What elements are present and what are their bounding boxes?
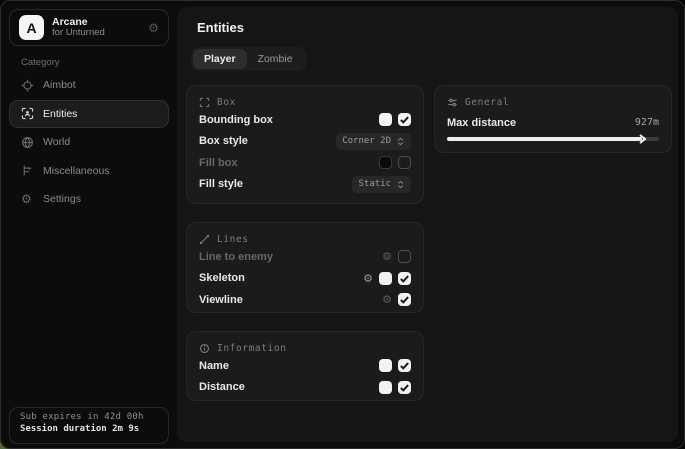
sidebar-item-label: World	[43, 136, 70, 148]
general-section-card: General Max distance 927m	[434, 85, 672, 153]
sidebar-item-label: Entities	[43, 108, 77, 120]
checkbox[interactable]	[398, 272, 411, 285]
max-distance-slider[interactable]	[447, 137, 659, 141]
sidebar-item-label: Settings	[43, 193, 81, 205]
color-swatch[interactable]	[379, 381, 392, 394]
setting-row: Viewline ⚙	[199, 289, 411, 311]
box-style-dropdown[interactable]: Corner 2D	[336, 133, 411, 150]
sidebar-item-miscellaneous[interactable]: Miscellaneous	[9, 157, 169, 185]
person-scan-icon	[21, 107, 34, 120]
slider-fill	[447, 137, 642, 141]
section-title: Box	[217, 97, 236, 108]
setting-label: Box style	[199, 135, 248, 147]
bounding-box-icon	[199, 97, 210, 108]
setting-label: Fill style	[199, 178, 243, 190]
sidebar-item-world[interactable]: World	[9, 128, 169, 156]
setting-row: Skeleton ⚙	[199, 268, 411, 290]
list-tree-icon	[21, 164, 34, 177]
check-icon	[398, 381, 411, 394]
checkbox[interactable]	[398, 250, 411, 263]
entity-tabs: Player Zombie	[191, 47, 306, 71]
sidebar: A Arcane for Unturned ⚙ Category Aimbot	[1, 1, 177, 448]
setting-row: Fill box	[199, 152, 411, 174]
tab-player[interactable]: Player	[193, 49, 247, 69]
globe-icon	[21, 136, 34, 149]
checkbox[interactable]	[398, 156, 411, 169]
fill-style-dropdown[interactable]: Static	[352, 176, 411, 193]
color-swatch[interactable]	[379, 359, 392, 372]
sliders-icon	[447, 97, 458, 108]
chevron-up-down-icon	[396, 180, 405, 189]
setting-row: Line to enemy ⚙	[199, 246, 411, 268]
subscription-status-card: Sub expires in 42d 00h Session duration …	[9, 407, 169, 444]
category-label: Category	[21, 57, 60, 68]
setting-row: Max distance 927m	[447, 115, 659, 130]
lines-section-card: Lines Line to enemy ⚙ Skeleton ⚙	[186, 222, 424, 313]
check-icon	[398, 113, 411, 126]
setting-row: Distance	[199, 377, 411, 399]
setting-row: Bounding box	[199, 109, 411, 131]
info-icon	[199, 343, 210, 354]
checkbox[interactable]	[398, 359, 411, 372]
information-section-card: Information Name Distance	[186, 331, 424, 401]
setting-row: Name	[199, 355, 411, 377]
checkbox[interactable]	[398, 113, 411, 126]
session-duration-text: Session duration 2m 9s	[20, 424, 158, 434]
box-section-header: Box	[199, 95, 411, 109]
tab-zombie[interactable]: Zombie	[247, 49, 304, 69]
box-section-card: Box Bounding box Box style Corner 2D	[186, 85, 424, 204]
gear-icon[interactable]: ⚙	[382, 294, 392, 305]
app-subtitle: for Unturned	[52, 28, 105, 39]
setting-label: Name	[199, 360, 229, 372]
chevron-up-down-icon	[396, 137, 405, 146]
setting-row: Box style Corner 2D	[199, 131, 411, 153]
gear-icon[interactable]: ⚙	[363, 273, 373, 284]
general-section-header: General	[447, 95, 659, 109]
gear-icon: ⚙	[21, 193, 34, 206]
check-icon	[398, 293, 411, 306]
brand-card: A Arcane for Unturned ⚙	[9, 9, 169, 46]
slider-arrow-icon[interactable]	[638, 134, 648, 144]
sidebar-item-entities[interactable]: Entities	[9, 100, 169, 128]
lines-section-header: Lines	[199, 232, 411, 246]
setting-label: Skeleton	[199, 272, 245, 284]
sidebar-nav: Aimbot Entities World	[9, 71, 169, 214]
diagonal-line-icon	[199, 234, 210, 245]
setting-label: Line to enemy	[199, 251, 273, 263]
setting-label: Max distance	[447, 117, 516, 129]
sidebar-item-settings[interactable]: ⚙ Settings	[9, 185, 169, 213]
max-distance-setting: Max distance 927m	[447, 115, 659, 141]
checkbox[interactable]	[398, 293, 411, 306]
color-swatch[interactable]	[379, 113, 392, 126]
main-panel: Entities Player Zombie Box Bounding box	[177, 7, 678, 442]
crosshair-icon	[21, 79, 34, 92]
app-logo: A	[19, 15, 44, 40]
gear-icon[interactable]: ⚙	[148, 22, 159, 34]
setting-label: Bounding box	[199, 114, 273, 126]
page-title: Entities	[197, 20, 244, 35]
check-icon	[398, 272, 411, 285]
sidebar-item-label: Miscellaneous	[43, 165, 110, 177]
information-section-header: Information	[199, 341, 411, 355]
brand-text: Arcane for Unturned	[52, 16, 105, 39]
section-title: General	[465, 97, 509, 108]
section-title: Information	[217, 343, 287, 354]
setting-label: Distance	[199, 381, 245, 393]
setting-row: Fill style Static	[199, 174, 411, 196]
setting-label: Fill box	[199, 157, 238, 169]
check-icon	[398, 359, 411, 372]
sub-expiry-text: Sub expires in 42d 00h	[20, 412, 158, 422]
sidebar-item-label: Aimbot	[43, 79, 76, 91]
slider-value: 927m	[635, 117, 659, 128]
section-title: Lines	[217, 234, 249, 245]
cheat-menu-window: A Arcane for Unturned ⚙ Category Aimbot	[0, 0, 685, 449]
color-swatch[interactable]	[379, 272, 392, 285]
setting-label: Viewline	[199, 294, 243, 306]
color-swatch[interactable]	[379, 156, 392, 169]
dropdown-value: Static	[358, 179, 391, 189]
checkbox[interactable]	[398, 381, 411, 394]
dropdown-value: Corner 2D	[342, 136, 391, 146]
gear-icon[interactable]: ⚙	[382, 251, 392, 262]
sidebar-item-aimbot[interactable]: Aimbot	[9, 71, 169, 99]
